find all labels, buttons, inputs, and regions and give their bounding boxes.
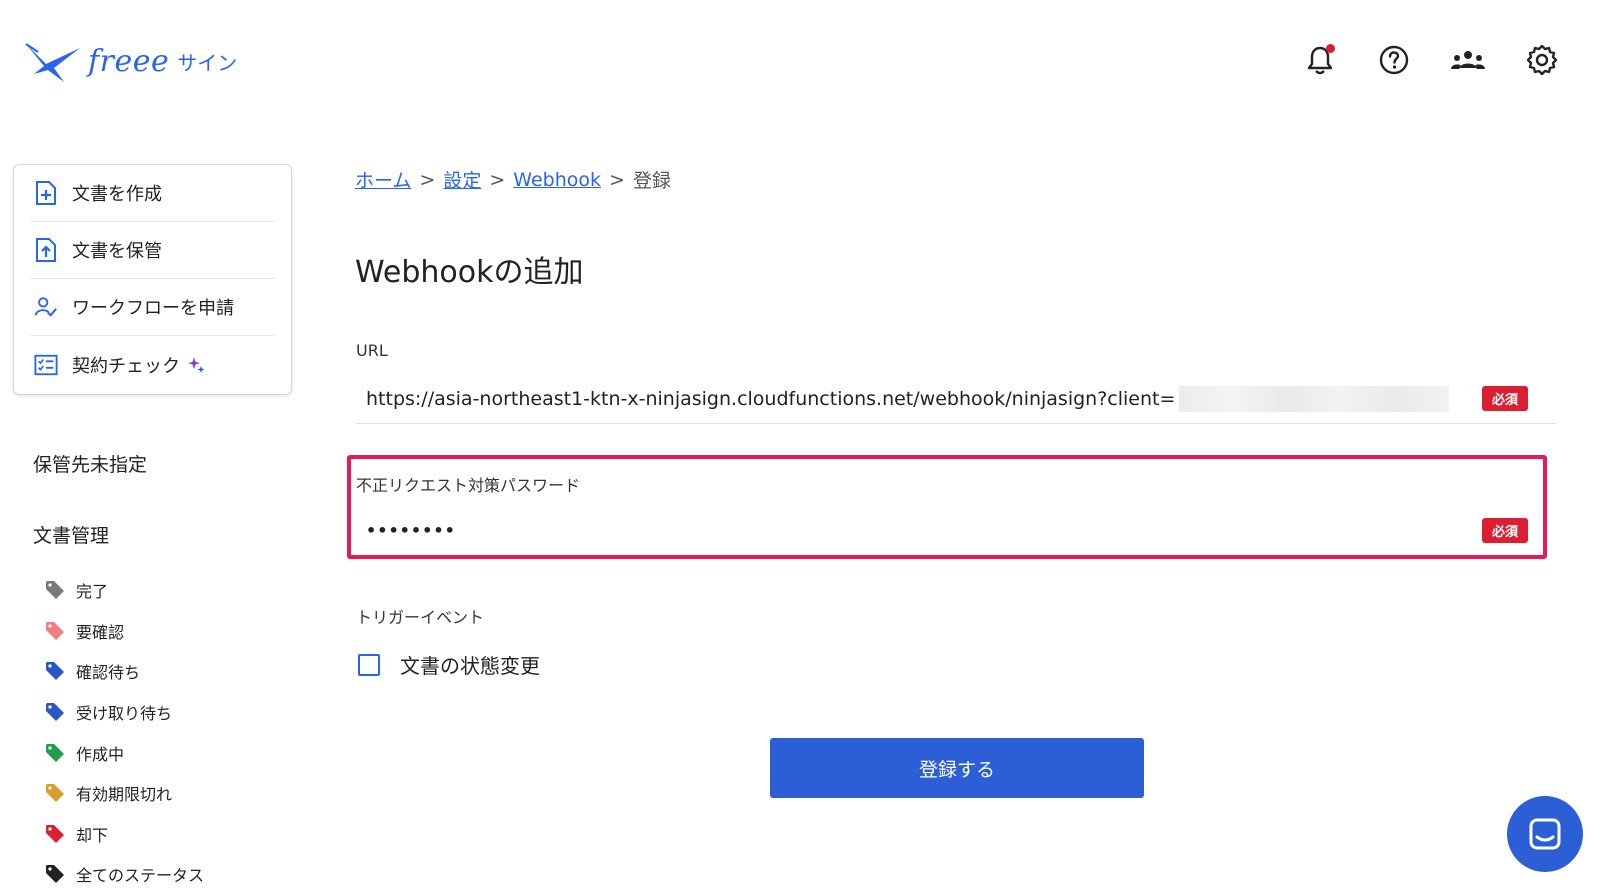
- register-button[interactable]: 登録する: [770, 738, 1144, 798]
- gear-icon: [1526, 44, 1558, 76]
- required-badge: 必須: [1481, 386, 1528, 411]
- sidebar-tag-awaiting-confirmation[interactable]: 確認待ち: [44, 651, 204, 692]
- sidebar-actions-card: 文書を作成 文書を保管 ワークフローを申請 契約チェック: [13, 164, 292, 395]
- breadcrumb-settings-link[interactable]: 設定: [443, 166, 481, 193]
- url-value: https://asia-northeast1-ktn-x-ninjasign.…: [366, 387, 1176, 410]
- status-tag-list: 完了 要確認 確認待ち 受け取り待ち 作成中 有効期限切れ 却下 全てのステータ…: [44, 570, 204, 895]
- notifications-button[interactable]: [1302, 42, 1338, 78]
- tag-icon: [46, 743, 64, 762]
- tag-label: 全てのステータス: [76, 866, 205, 886]
- tag-label: 作成中: [76, 744, 125, 764]
- sidebar-section-unassigned[interactable]: 保管先未指定: [33, 450, 147, 477]
- sidebar-tag-completed[interactable]: 完了: [44, 570, 204, 611]
- freee-sign-logo[interactable]: freee サイン: [24, 36, 237, 86]
- breadcrumb-separator: >: [489, 168, 506, 191]
- document-status-change-option[interactable]: 文書の状態変更: [358, 650, 540, 679]
- password-label: 不正リクエスト対策パスワード: [356, 476, 581, 495]
- tag-label: 受け取り待ち: [76, 704, 173, 724]
- tag-label: 完了: [76, 582, 109, 602]
- logo-subtext: サイン: [177, 50, 238, 75]
- header-actions: [1302, 42, 1560, 78]
- team-button[interactable]: [1450, 42, 1486, 78]
- breadcrumb-home-link[interactable]: ホーム: [355, 166, 411, 193]
- breadcrumb-webhook-link[interactable]: Webhook: [513, 169, 601, 191]
- password-value: ••••••••: [366, 520, 456, 540]
- breadcrumb-current: 登録: [632, 170, 671, 192]
- sidebar-item-store-document[interactable]: 文書を保管: [30, 222, 275, 279]
- tag-icon: [46, 865, 64, 884]
- sparkle-icon: [186, 355, 206, 375]
- checkbox-label: 文書の状態変更: [400, 654, 540, 678]
- sidebar-item-create-document[interactable]: 文書を作成: [30, 165, 275, 222]
- tag-icon: [46, 581, 64, 600]
- document-add-icon: [34, 181, 58, 205]
- sidebar-item-label: 文書を保管: [72, 241, 162, 262]
- sidebar-tag-rejected[interactable]: 却下: [44, 814, 204, 855]
- bird-logo-icon: [25, 43, 80, 82]
- tag-label: 要確認: [76, 622, 125, 642]
- sidebar-tag-needs-review[interactable]: 要確認: [44, 611, 204, 652]
- tag-icon: [46, 703, 64, 722]
- checklist-icon: [34, 353, 58, 377]
- help-icon: [1379, 45, 1409, 75]
- document-upload-icon: [34, 238, 58, 262]
- redacted-client-id: [1179, 385, 1450, 412]
- trigger-event-label: トリガーイベント: [356, 608, 485, 627]
- document-status-change-checkbox[interactable]: [358, 653, 380, 676]
- settings-button[interactable]: [1524, 42, 1560, 78]
- help-button[interactable]: [1376, 42, 1412, 78]
- password-field[interactable]: •••••••• 必須: [356, 505, 1556, 555]
- chat-icon: [1529, 818, 1561, 850]
- sidebar-item-label: 契約チェック: [72, 355, 180, 377]
- sidebar-item-label: ワークフローを申請: [72, 298, 234, 319]
- url-label: URL: [356, 341, 388, 360]
- sidebar-item-workflow[interactable]: ワークフローを申請: [30, 279, 275, 336]
- tag-label: 有効期限切れ: [76, 785, 173, 805]
- breadcrumb-separator: >: [419, 168, 436, 191]
- sidebar-tag-awaiting-receipt[interactable]: 受け取り待ち: [44, 692, 204, 733]
- required-badge: 必須: [1481, 517, 1528, 543]
- breadcrumb: ホーム > 設定 > Webhook > 登録: [355, 166, 671, 193]
- page-title: Webhookの追加: [355, 255, 584, 290]
- tag-label: 却下: [76, 825, 109, 845]
- team-icon: [1451, 51, 1485, 69]
- tag-icon: [46, 824, 64, 843]
- user-check-icon: [34, 295, 58, 319]
- tag-icon: [46, 784, 64, 803]
- sidebar-tag-expired[interactable]: 有効期限切れ: [44, 773, 204, 814]
- tag-icon: [46, 662, 64, 681]
- tag-label: 確認待ち: [76, 663, 141, 683]
- notification-dot: [1326, 44, 1335, 53]
- logo-text: freee: [88, 43, 170, 79]
- breadcrumb-separator: >: [609, 168, 625, 191]
- sidebar-item-contract-check[interactable]: 契約チェック: [30, 336, 275, 393]
- chat-support-button[interactable]: [1507, 796, 1583, 872]
- sidebar-tag-draft[interactable]: 作成中: [44, 732, 204, 773]
- url-field[interactable]: https://asia-northeast1-ktn-x-ninjasign.…: [356, 374, 1556, 424]
- tag-icon: [46, 621, 64, 640]
- sidebar-tag-all-statuses[interactable]: 全てのステータス: [44, 854, 204, 895]
- sidebar-item-label: 文書を作成: [72, 184, 162, 205]
- sidebar-section-document-management[interactable]: 文書管理: [33, 521, 109, 548]
